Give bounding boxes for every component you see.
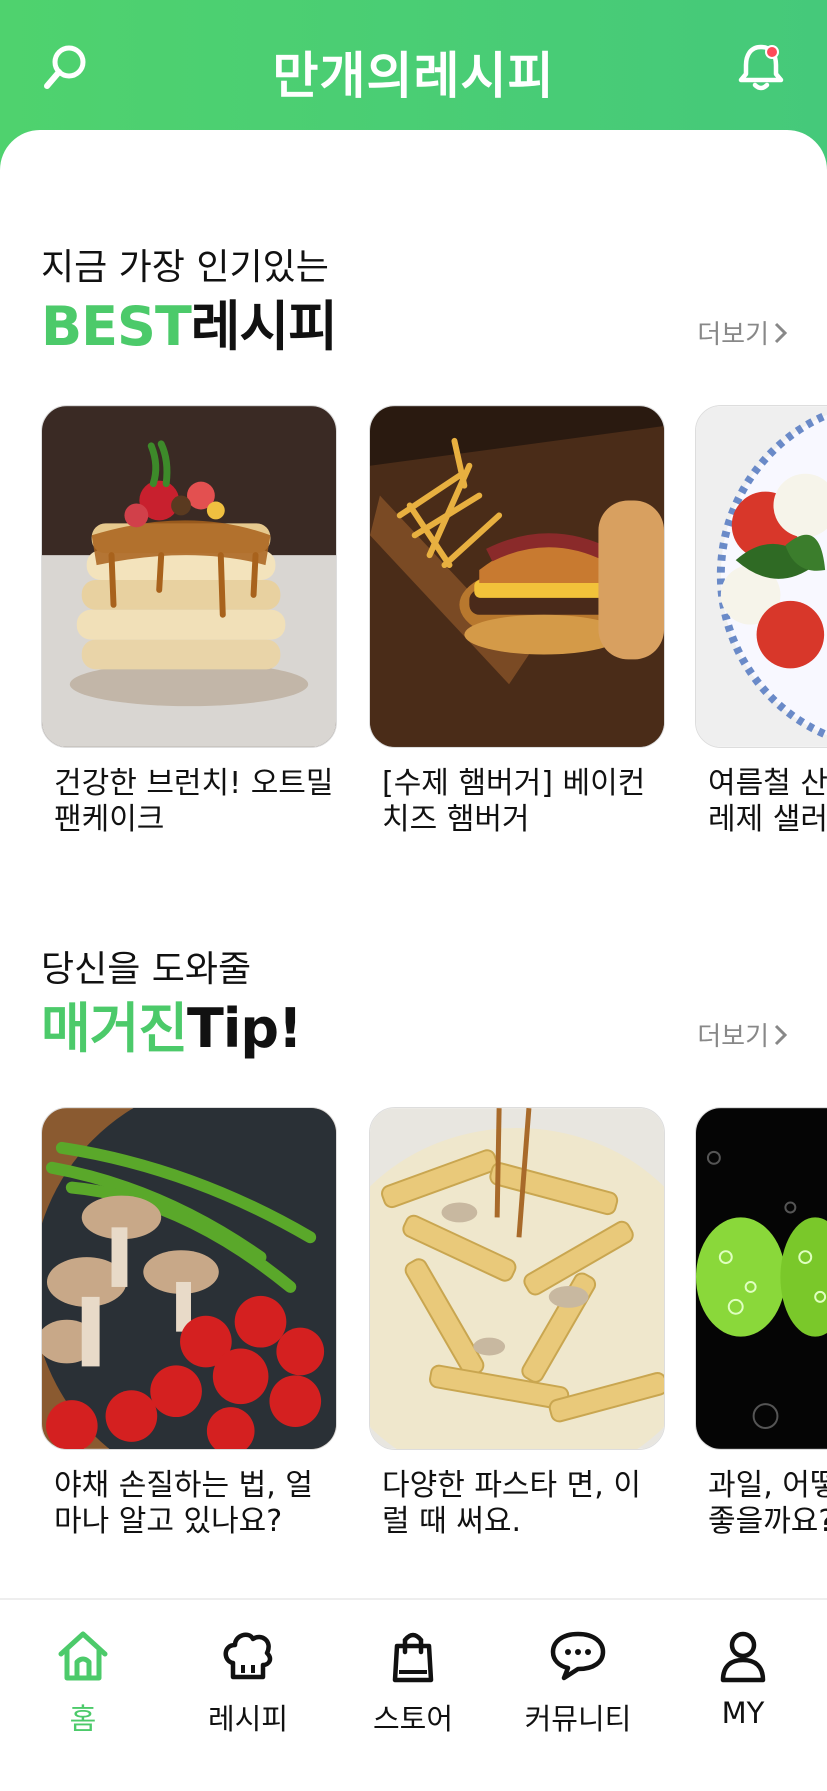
chat-bubble-icon [550, 1631, 606, 1681]
best-recipe-section: 지금 가장 인기있는 BEST레시피 더보기 건강한 브런치! 오트밀 팬케이크… [0, 130, 827, 850]
recipe-card[interactable]: [수제 햄버거] 베이컨 치즈 햄버거 [369, 405, 665, 838]
nav-label: MY [721, 1696, 765, 1730]
recipe-caption: 건강한 브런치! 오트밀 팬케이크 [41, 766, 341, 838]
nav-label: 스토어 [372, 1702, 454, 1736]
vegetables-image [42, 1108, 336, 1449]
burger-image [370, 406, 664, 747]
magazine-thumbnail [695, 1107, 827, 1450]
caption-line: 건강한 브런치! 오트밀 [54, 766, 334, 801]
best-section-title: BEST레시피 [41, 282, 338, 361]
magazine-more-link[interactable]: 더보기 [697, 1016, 789, 1053]
caption-line: 럴 때 써요. [382, 1504, 522, 1539]
caption-line: 좋을까요? [708, 1504, 827, 1539]
magazine-card[interactable]: 야채 손질하는 법, 얼 마나 알고 있나요? [41, 1107, 337, 1540]
magazine-caption: 야채 손질하는 법, 얼 마나 알고 있나요? [41, 1468, 341, 1540]
recipe-thumbnail [695, 405, 827, 748]
magazine-title-rest: Tip! [187, 997, 303, 1060]
nav-item-community[interactable]: 커뮤니티 [503, 1626, 653, 1738]
caption-line: 과일, 어떻게 [708, 1468, 827, 1503]
recipe-thumbnail [369, 405, 665, 748]
home-icon [58, 1631, 108, 1681]
bell-icon [738, 44, 784, 91]
chevron-right-icon [774, 1024, 788, 1045]
best-title-rest: 레시피 [190, 295, 338, 358]
nav-label: 홈 [69, 1702, 97, 1736]
nav-item-recipe[interactable]: 레시피 [173, 1626, 323, 1738]
recipe-card[interactable]: 건강한 브런치! 오트밀 팬케이크 [41, 405, 337, 838]
nav-label: 레시피 [207, 1702, 289, 1736]
best-more-link[interactable]: 더보기 [697, 314, 789, 351]
notification-button[interactable] [729, 35, 793, 99]
chef-hat-icon [223, 1632, 273, 1680]
caption-line: 마나 알고 있나요? [54, 1504, 283, 1539]
chevron-right-icon [774, 322, 788, 343]
magazine-card[interactable]: 과일, 어떻게 좋을까요? [695, 1107, 827, 1540]
magazine-more-label: 더보기 [697, 1022, 769, 1052]
magazine-thumbnail [41, 1107, 337, 1450]
caption-line: 야채 손질하는 법, 얼 [54, 1468, 313, 1503]
nav-item-store[interactable]: 스토어 [338, 1626, 488, 1738]
salad-image [696, 406, 827, 747]
best-cards: 건강한 브런치! 오트밀 팬케이크 [수제 햄버거] 베이컨 치즈 햄버거 여름… [41, 405, 827, 855]
caption-line: [수제 햄버거] 베이컨 [382, 766, 646, 801]
pancake-image [42, 406, 336, 747]
magazine-caption: 과일, 어떻게 좋을까요? [695, 1468, 827, 1540]
nav-item-my[interactable]: MY [668, 1626, 818, 1730]
pasta-image [370, 1108, 664, 1449]
user-icon [720, 1631, 766, 1683]
recipe-caption: 여름철 산뜻 레제 샐러드 [695, 766, 827, 838]
recipe-card[interactable]: 여름철 산뜻 레제 샐러드 [695, 405, 827, 838]
magazine-card[interactable]: 다양한 파스타 면, 이 럴 때 써요. [369, 1107, 665, 1540]
main-content: 지금 가장 인기있는 BEST레시피 더보기 건강한 브런치! 오트밀 팬케이크… [0, 130, 827, 1600]
magazine-cards: 야채 손질하는 법, 얼 마나 알고 있나요? 다양한 파스타 면, 이 럴 때… [41, 1107, 827, 1557]
caption-line: 여름철 산뜻 [708, 766, 827, 801]
nav-item-home[interactable]: 홈 [8, 1626, 158, 1738]
best-title-accent: BEST [41, 295, 192, 358]
recipe-caption: [수제 햄버거] 베이컨 치즈 햄버거 [369, 766, 669, 838]
nav-label: 커뮤니티 [524, 1702, 632, 1736]
fruit-bubbles-image [696, 1108, 827, 1449]
magazine-title-accent: 매거진 [41, 997, 188, 1060]
magazine-section-title: 매거진Tip! [41, 984, 303, 1063]
app-title: 만개의레시피 [272, 47, 555, 105]
best-more-label: 더보기 [697, 320, 769, 350]
shopping-bag-icon [392, 1632, 434, 1683]
magazine-thumbnail [369, 1107, 665, 1450]
magazine-section: 당신을 도와줄 매거진Tip! 더보기 야채 손질하는 법, 얼 마나 알고 있… [0, 830, 827, 1550]
recipe-thumbnail [41, 405, 337, 748]
magazine-caption: 다양한 파스타 면, 이 럴 때 써요. [369, 1468, 669, 1540]
caption-line: 다양한 파스타 면, 이 [382, 1468, 641, 1503]
bottom-nav: 홈 레시피 스토어 커뮤니티 MY [0, 1598, 827, 1791]
